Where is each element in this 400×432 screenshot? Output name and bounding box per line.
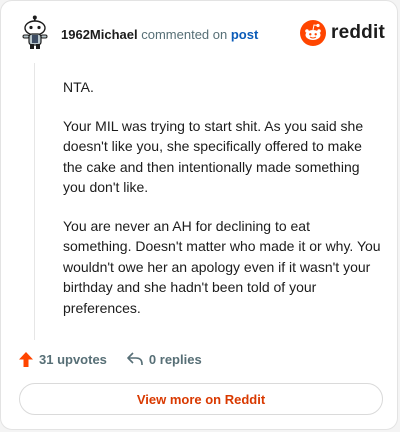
comment-body: NTA. Your MIL was trying to start shit. … bbox=[63, 77, 381, 336]
comment-header: 1962Michael commented on post reddit bbox=[19, 15, 385, 51]
reddit-logo[interactable]: reddit bbox=[300, 20, 385, 46]
upvote-count: 31 upvotes bbox=[39, 351, 107, 367]
upvote-button[interactable]: 31 upvotes bbox=[19, 351, 107, 367]
view-more-button[interactable]: View more on Reddit bbox=[19, 383, 383, 415]
post-link[interactable]: post bbox=[231, 27, 258, 42]
reddit-snoo-icon bbox=[300, 20, 327, 46]
comment-meta: 1962Michael commented on post bbox=[61, 27, 258, 43]
username-link[interactable]: 1962Michael bbox=[61, 27, 138, 42]
embedded-comment-card: 1962Michael commented on post reddit NTA… bbox=[0, 0, 398, 430]
thread-line bbox=[34, 63, 35, 340]
comment-paragraph: Your MIL was trying to start shit. As yo… bbox=[63, 117, 364, 196]
action-text: commented on bbox=[141, 27, 228, 42]
reply-button[interactable]: 0 replies bbox=[127, 352, 202, 367]
snoo-avatar-icon[interactable] bbox=[19, 15, 51, 51]
reply-count: 0 replies bbox=[148, 351, 202, 367]
comment-actions: 31 upvotes 0 replies bbox=[19, 349, 202, 369]
upvote-arrow-icon bbox=[19, 351, 33, 367]
comment-paragraph: NTA. bbox=[63, 79, 94, 95]
comment-paragraph: You are never an AH for declining to eat… bbox=[63, 217, 381, 316]
reddit-wordmark: reddit bbox=[331, 22, 385, 43]
reply-arrow-icon bbox=[127, 352, 143, 365]
